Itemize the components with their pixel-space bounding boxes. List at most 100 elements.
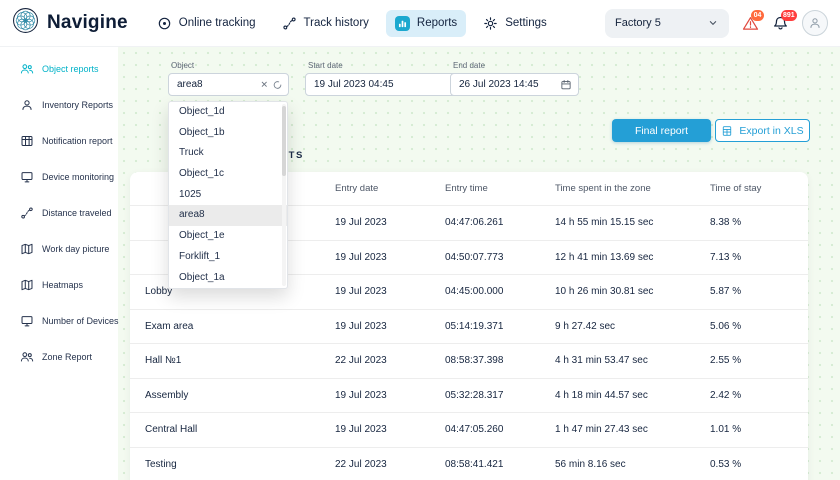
sidebar-item-work-day-picture[interactable]: Work day picture	[0, 231, 118, 267]
start-date-field: Start date	[305, 61, 469, 96]
top-nav: Online tracking Track history Reports Se…	[148, 9, 556, 37]
cell-time-of-stay: 1.01 %	[710, 424, 742, 436]
cell-zone-name: Hall №1	[145, 355, 182, 367]
factory-select[interactable]: Factory 5	[605, 8, 729, 38]
dropdown-option[interactable]: Object_1c	[169, 164, 287, 185]
cell-zone-name: Testing	[145, 458, 177, 470]
dropdown-option[interactable]: 1025	[169, 185, 287, 206]
cell-time-of-stay: 7.13 %	[710, 251, 742, 263]
cell-zone-name: Central Hall	[145, 424, 198, 436]
nav-track-history[interactable]: Track history	[273, 10, 378, 37]
table-row: Central Hall 19 Jul 2023 04:47:05.260 1 …	[130, 412, 808, 447]
people-icon	[20, 62, 34, 76]
column-header-time-spent: Time spent in the zone	[555, 183, 651, 194]
object-input[interactable]	[169, 74, 288, 95]
nav-label: Online tracking	[178, 17, 256, 29]
final-report-button[interactable]: Final report	[612, 119, 711, 142]
settings-icon	[483, 16, 498, 31]
cell-time-spent: 4 h 31 min 53.47 sec	[555, 355, 648, 367]
sidebar-item-label: Zone Report	[42, 352, 93, 362]
dropdown-option[interactable]: Object_1a	[169, 268, 287, 289]
cell-entry-date: 19 Jul 2023	[335, 320, 387, 332]
cell-entry-date: 22 Jul 2023	[335, 355, 387, 367]
sidebar-item-object-reports[interactable]: Object reports	[0, 51, 118, 87]
group-icon	[20, 350, 34, 364]
notifications-button[interactable]: 891	[772, 9, 797, 32]
cell-entry-date: 22 Jul 2023	[335, 458, 387, 470]
table-row: Exam area 19 Jul 2023 05:14:19.371 9 h 2…	[130, 308, 808, 344]
sidebar-item-device-monitoring[interactable]: Device monitoring	[0, 159, 118, 195]
sidebar-item-label: Number of Devices	[42, 316, 119, 326]
app-window: Navigine Online tracking Track history R…	[0, 0, 840, 480]
main-content: Object ✕ Start date End date Final repor…	[118, 47, 840, 480]
sidebar-item-heatmaps[interactable]: Heatmaps	[0, 267, 118, 303]
table-row: Assembly 19 Jul 2023 05:32:28.317 4 h 18…	[130, 377, 808, 413]
cell-time-spent: 10 h 26 min 30.81 sec	[555, 286, 654, 298]
sidebar-item-label: Device monitoring	[42, 172, 115, 182]
cell-time-spent: 9 h 27.42 sec	[555, 320, 616, 332]
start-date-value[interactable]	[306, 74, 468, 95]
table-row: Testing 22 Jul 2023 08:58:41.421 56 min …	[130, 446, 808, 480]
report-table-icon	[20, 134, 34, 148]
object-dropdown: Object_1d Object_1b Truck Object_1c 1025…	[168, 101, 288, 289]
heatmap-icon	[20, 278, 34, 292]
user-icon	[808, 16, 822, 30]
start-date-label: Start date	[308, 61, 343, 70]
cell-entry-date: 19 Jul 2023	[335, 286, 387, 298]
dropdown-option[interactable]: Object_1b	[169, 123, 287, 144]
cell-entry-time: 04:47:06.261	[445, 217, 504, 229]
dropdown-scrollbar-thumb[interactable]	[282, 106, 286, 176]
cell-time-spent: 4 h 18 min 44.57 sec	[555, 389, 648, 401]
sidebar-item-label: Heatmaps	[42, 280, 84, 290]
chevron-down-icon	[707, 17, 719, 29]
user-avatar[interactable]	[802, 10, 828, 36]
cell-time-spent: 56 min 8.16 sec	[555, 458, 626, 470]
sidebar-item-number-of-devices[interactable]: Number of Devices	[0, 303, 119, 339]
dropdown-option[interactable]: Truck	[169, 143, 287, 164]
cell-time-spent: 1 h 47 min 27.43 sec	[555, 424, 648, 436]
loader-icon	[272, 79, 283, 90]
nav-label: Reports	[416, 17, 458, 29]
object-label: Object	[171, 61, 195, 70]
start-date-input[interactable]	[305, 73, 469, 96]
cell-time-spent: 12 h 41 min 13.69 sec	[555, 251, 654, 263]
dropdown-option-selected[interactable]: area8	[169, 205, 287, 227]
dropdown-option[interactable]: Object_1e	[169, 226, 287, 247]
end-date-value[interactable]	[451, 74, 578, 95]
person-icon	[20, 98, 34, 112]
sidebar-item-inventory-reports[interactable]: Inventory Reports	[0, 87, 118, 123]
end-date-label: End date	[453, 61, 486, 70]
object-field: Object ✕	[168, 61, 289, 96]
end-date-input[interactable]	[450, 73, 579, 96]
dropdown-option[interactable]: Forklift_1	[169, 247, 287, 268]
export-xls-button[interactable]: Export in XLS	[715, 119, 810, 142]
cell-time-of-stay: 8.38 %	[710, 217, 742, 229]
cell-entry-time: 05:14:19.371	[445, 320, 504, 332]
cell-entry-time: 08:58:37.398	[445, 355, 504, 367]
xls-icon	[721, 125, 733, 137]
cell-entry-date: 19 Jul 2023	[335, 389, 387, 401]
column-header-time-of-stay: Time of stay	[710, 183, 762, 194]
brand[interactable]: Navigine	[12, 7, 128, 39]
dropdown-option[interactable]: Object_1d	[169, 102, 287, 123]
nav-settings[interactable]: Settings	[474, 10, 556, 37]
alerts-button[interactable]: 04	[742, 9, 764, 32]
nav-online-tracking[interactable]: Online tracking	[148, 10, 265, 37]
sidebar-item-notification-report[interactable]: Notification report	[0, 123, 118, 159]
sidebar: Object reports Inventory Reports Notific…	[0, 47, 119, 480]
notification-badge: 891	[781, 9, 797, 21]
sidebar-item-zone-report[interactable]: Zone Report	[0, 339, 118, 375]
sidebar-item-label: Inventory Reports	[42, 100, 114, 110]
nav-label: Track history	[303, 17, 369, 29]
object-combobox[interactable]: ✕	[168, 73, 289, 96]
column-header-entry-time: Entry time	[445, 183, 488, 194]
alert-badge: 04	[751, 9, 764, 21]
sidebar-item-distance-traveled[interactable]: Distance traveled	[0, 195, 118, 231]
clear-icon[interactable]: ✕	[260, 80, 268, 89]
nav-reports[interactable]: Reports	[385, 9, 467, 37]
cell-entry-time: 05:32:28.317	[445, 389, 504, 401]
cell-time-of-stay: 5.06 %	[710, 320, 742, 332]
calendar-icon[interactable]	[560, 79, 572, 91]
cell-entry-time: 04:47:05.260	[445, 424, 504, 436]
end-date-field: End date	[450, 61, 579, 96]
